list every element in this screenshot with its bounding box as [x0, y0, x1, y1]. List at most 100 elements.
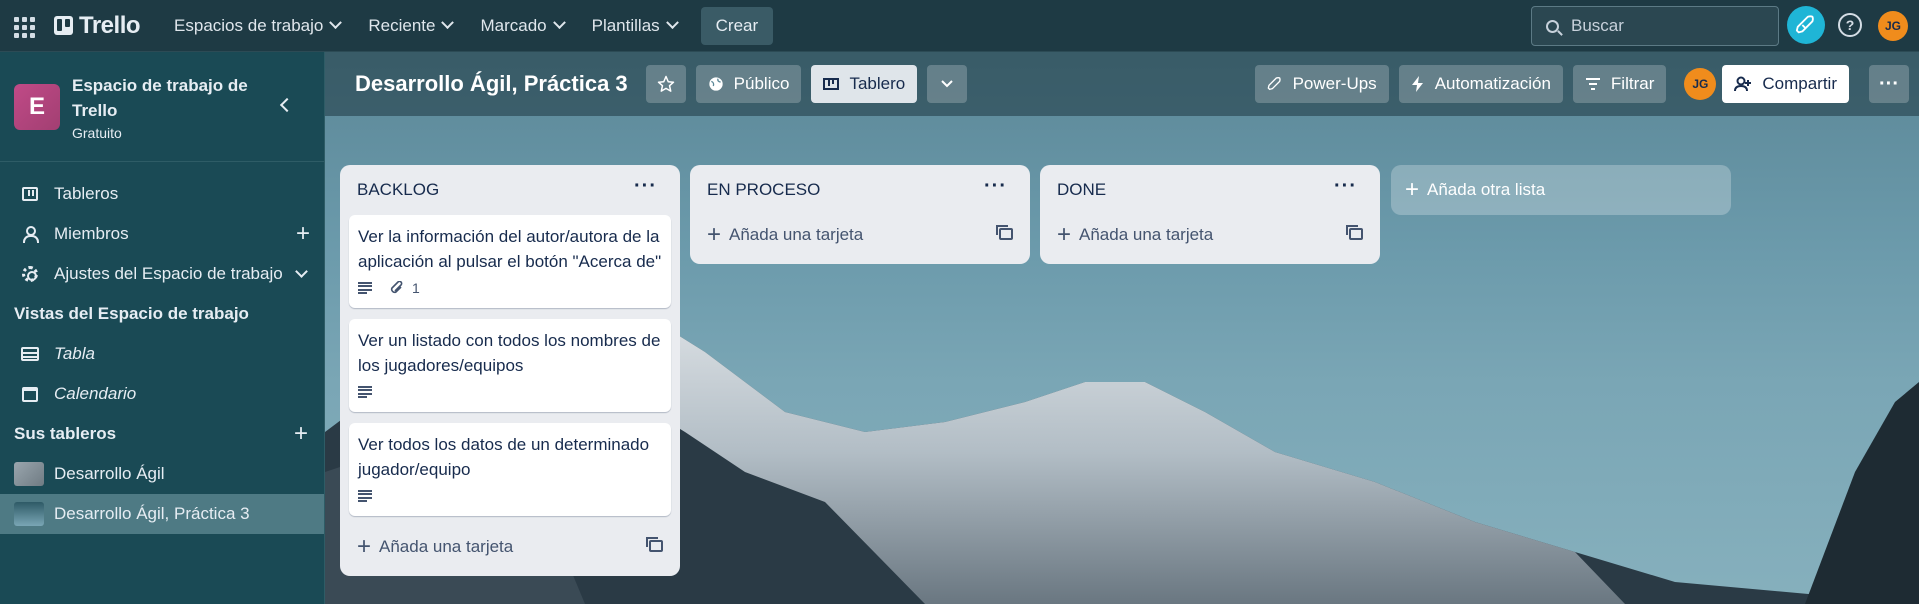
- board-header-right: Power-Ups Automatización Filtrar JG Comp…: [1254, 65, 1919, 103]
- add-card-button[interactable]: + Añada una tarjeta: [1049, 215, 1371, 255]
- menu-label: Reciente: [368, 15, 436, 35]
- board-menu-button[interactable]: ···: [1869, 65, 1909, 103]
- add-card-button[interactable]: + Añada una tarjeta: [349, 527, 671, 567]
- board-header: Desarrollo Ágil, Práctica 3 Público Tabl…: [325, 52, 1919, 116]
- menu-label: Espacios de trabajo: [174, 15, 324, 35]
- sidebar: E Espacio de trabajo de Trello Gratuito …: [0, 52, 325, 604]
- search-box[interactable]: [1531, 6, 1779, 46]
- filter-label: Filtrar: [1610, 74, 1655, 93]
- list-header[interactable]: DONE ···: [1049, 165, 1371, 215]
- menu-label: Plantillas: [591, 15, 660, 35]
- add-member-icon[interactable]: +: [296, 220, 310, 248]
- calendar-icon: [22, 386, 38, 402]
- app-switcher-icon[interactable]: [14, 15, 36, 38]
- sidebar-item-label: Calendario: [54, 384, 137, 403]
- trello-logo[interactable]: Trello: [54, 12, 141, 40]
- sidebar-item-label: Tableros: [54, 184, 119, 203]
- list-menu-icon[interactable]: ···: [984, 175, 1007, 198]
- list-header[interactable]: EN PROCESO ···: [699, 165, 1021, 215]
- search-input[interactable]: [1571, 16, 1761, 36]
- visibility-button[interactable]: Público: [695, 65, 802, 103]
- card[interactable]: Ver todos los datos de un determinado ju…: [349, 423, 671, 516]
- user-avatar[interactable]: JG: [1878, 11, 1908, 41]
- sidebar-board-desarrollo-agil[interactable]: Desarrollo Ágil: [0, 454, 324, 494]
- list-title[interactable]: DONE: [1057, 180, 1106, 200]
- add-board-icon[interactable]: +: [294, 420, 308, 448]
- plus-icon: +: [357, 533, 372, 560]
- list-title[interactable]: BACKLOG: [357, 180, 439, 200]
- views-dropdown-button[interactable]: [927, 65, 968, 103]
- collapse-sidebar-icon[interactable]: [279, 97, 295, 113]
- card[interactable]: Ver la información del autor/autora de l…: [349, 215, 671, 308]
- board-member-avatar[interactable]: JG: [1684, 68, 1717, 100]
- search-icon: [1546, 19, 1559, 33]
- board-view-button[interactable]: Tablero: [811, 65, 918, 103]
- filter-button[interactable]: Filtrar: [1572, 65, 1667, 103]
- section-title: Sus tableros: [14, 424, 117, 443]
- list-menu-icon[interactable]: ···: [1334, 175, 1357, 198]
- list-en-proceso: EN PROCESO ··· + Añada una tarjeta: [690, 165, 1030, 264]
- card-title: Ver todos los datos de un determinado ju…: [358, 435, 650, 479]
- notifications-rocket-button[interactable]: [1787, 6, 1825, 44]
- card-template-icon[interactable]: [996, 225, 1013, 240]
- list-title[interactable]: EN PROCESO: [707, 180, 820, 200]
- plus-icon: +: [1057, 221, 1072, 248]
- chevron-down-icon: [552, 16, 566, 30]
- lightning-icon: [1411, 76, 1423, 92]
- board-title[interactable]: Desarrollo Ágil, Práctica 3: [355, 71, 628, 97]
- board-view-label: Tablero: [849, 74, 906, 93]
- sidebar-item-boards[interactable]: Tableros: [0, 174, 324, 214]
- menu-label: Marcado: [480, 15, 547, 35]
- add-card-label: Añada una tarjeta: [729, 225, 864, 244]
- board-icon: [22, 187, 38, 201]
- card-template-icon[interactable]: [1346, 225, 1363, 240]
- filter-icon: [1585, 78, 1600, 90]
- top-navigation: Trello Espacios de trabajo Reciente Marc…: [0, 0, 1919, 52]
- menu-workspaces[interactable]: Espacios de trabajo: [162, 8, 352, 44]
- power-ups-button[interactable]: Power-Ups: [1254, 65, 1389, 103]
- menu-recent[interactable]: Reciente: [356, 8, 464, 44]
- person-icon: [22, 226, 39, 243]
- sidebar-item-label: Tabla: [54, 344, 95, 363]
- add-card-label: Añada una tarjeta: [379, 537, 514, 556]
- menu-starred[interactable]: Marcado: [468, 8, 575, 44]
- board-thumbnail: [14, 502, 44, 526]
- sidebar-item-label: Miembros: [54, 224, 129, 243]
- sidebar-board-practica-3[interactable]: Desarrollo Ágil, Práctica 3: [0, 494, 324, 534]
- add-card-button[interactable]: + Añada una tarjeta: [699, 215, 1021, 255]
- share-label: Compartir: [1762, 74, 1837, 93]
- rocket-icon: [1795, 15, 1814, 34]
- card-title: Ver un listado con todos los nombres de …: [358, 331, 661, 375]
- card[interactable]: Ver un listado con todos los nombres de …: [349, 319, 671, 412]
- automation-button[interactable]: Automatización: [1398, 65, 1563, 103]
- share-button[interactable]: Compartir: [1722, 65, 1849, 103]
- add-person-icon: [1734, 76, 1752, 92]
- list-menu-icon[interactable]: ···: [634, 175, 657, 198]
- board-name: Desarrollo Ágil, Práctica 3: [54, 504, 250, 523]
- sidebar-item-calendar[interactable]: Calendario: [0, 374, 324, 414]
- chevron-down-icon: [329, 16, 343, 30]
- sidebar-item-settings[interactable]: Ajustes del Espacio de trabajo: [0, 254, 324, 294]
- table-icon: [21, 347, 39, 361]
- your-boards-heading: Sus tableros +: [0, 414, 324, 454]
- board-view-icon: [823, 78, 840, 90]
- create-button[interactable]: Crear: [700, 6, 774, 45]
- sidebar-item-members[interactable]: Miembros +: [0, 214, 324, 254]
- help-icon[interactable]: ?: [1838, 13, 1862, 37]
- star-icon: [657, 75, 674, 92]
- card-badges: [358, 484, 662, 508]
- plus-icon: +: [1405, 176, 1420, 203]
- card-template-icon[interactable]: [646, 537, 663, 552]
- add-card-label: Añada una tarjeta: [1079, 225, 1214, 244]
- card-badges: [358, 380, 662, 404]
- list-header[interactable]: BACKLOG ···: [349, 165, 671, 215]
- star-board-button[interactable]: [645, 65, 686, 103]
- card-badges: 1: [358, 276, 662, 300]
- sidebar-item-table[interactable]: Tabla: [0, 334, 324, 374]
- plus-icon: +: [707, 221, 722, 248]
- add-list-button[interactable]: + Añada otra lista: [1391, 165, 1731, 215]
- description-icon: [358, 490, 372, 502]
- chevron-down-icon: [295, 265, 308, 278]
- menu-templates[interactable]: Plantillas: [580, 8, 689, 44]
- chevron-down-icon: [941, 80, 953, 88]
